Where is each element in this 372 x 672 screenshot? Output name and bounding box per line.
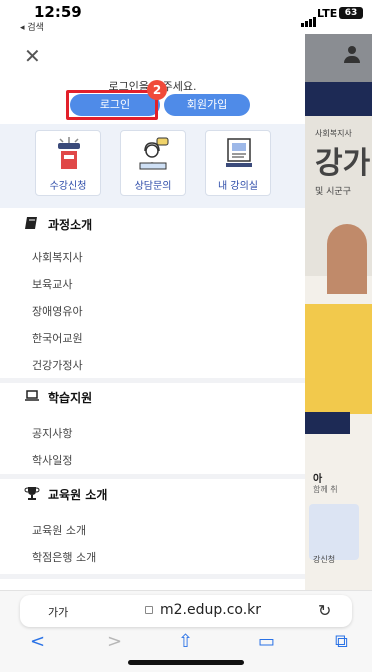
book-icon — [25, 217, 37, 229]
forward-arrow-icon[interactable]: > — [107, 631, 122, 652]
tabs-icon[interactable]: ⧉ — [335, 631, 348, 652]
menu-item-disabled-infants[interactable]: 장애영유아 — [32, 303, 83, 319]
section-divider — [0, 474, 305, 479]
banner-subtext: 및 시군구 — [315, 187, 351, 197]
reload-icon[interactable]: ↻ — [318, 601, 331, 620]
promo-title: 아 — [313, 474, 323, 485]
quick-link-label: 내 강의실 — [218, 181, 258, 192]
lock-icon — [145, 606, 153, 614]
menu-item-social-worker[interactable]: 사회복지사 — [32, 249, 83, 265]
address-bar[interactable]: 가가 m2.edup.co.kr ↻ — [20, 595, 352, 627]
side-drawer: ✕ 로그인을 해주세요. 로그인 2 회원가입 수강신청 상담문의 내 강의실 … — [0, 34, 305, 590]
login-highlight-box — [66, 90, 158, 120]
tile-label: 강신청 — [313, 555, 336, 564]
status-bar: 12:59 ◂ 검색 LTE 63 — [0, 0, 372, 34]
classroom-icon — [226, 138, 252, 167]
section-title: 과정소개 — [48, 218, 93, 232]
quick-link-course-register[interactable]: 수강신청 — [35, 130, 101, 196]
back-to-search-link[interactable]: ◂ 검색 — [20, 20, 44, 33]
menu-item-family-counselor[interactable]: 건강가정사 — [32, 357, 83, 373]
trophy-icon — [24, 487, 40, 500]
join-button[interactable]: 회원가입 — [164, 94, 250, 116]
quick-link-label: 상담문의 — [134, 181, 172, 192]
background-button[interactable] — [305, 412, 350, 434]
user-icon[interactable] — [343, 46, 361, 64]
section-divider — [0, 378, 305, 383]
consult-icon — [139, 137, 169, 170]
quick-link-classroom[interactable]: 내 강의실 — [205, 130, 271, 196]
network-label: LTE — [317, 7, 338, 20]
section-divider — [0, 574, 305, 579]
back-arrow-icon[interactable]: < — [30, 631, 45, 652]
quick-link-consult[interactable]: 상담문의 — [120, 130, 186, 196]
banner-illustration — [327, 224, 367, 294]
background-nav-bar — [305, 82, 372, 116]
promo-subtitle: 함께 취 — [313, 485, 338, 494]
share-icon[interactable]: ⇧ — [178, 631, 193, 652]
menu-item-credit-bank-intro[interactable]: 학점은행 소개 — [32, 549, 96, 565]
menu-section-course-intro[interactable]: 과정소개 — [0, 212, 305, 236]
quick-link-label: 수강신청 — [49, 181, 87, 192]
text-size-button[interactable]: 가가 — [48, 604, 68, 620]
banner-headline: 강가 — [315, 146, 371, 181]
menu-section-institute-intro[interactable]: 교육원 소개 — [0, 482, 305, 506]
section-title: 교육원 소개 — [48, 488, 108, 502]
home-indicator — [128, 660, 244, 665]
signal-icon — [301, 8, 317, 27]
step-badge: 2 — [147, 80, 167, 100]
battery-icon: 63 — [339, 7, 363, 19]
menu-section-learning-support[interactable]: 학습지원 — [0, 385, 305, 409]
url-text[interactable]: m2.edup.co.kr — [160, 602, 261, 618]
laptop-icon — [25, 390, 39, 401]
auth-buttons: 로그인 2 회원가입 — [66, 80, 250, 120]
menu-item-academic-calendar[interactable]: 학사일정 — [32, 452, 72, 468]
menu-item-institute-intro[interactable]: 교육원 소개 — [32, 522, 86, 538]
menu-item-notices[interactable]: 공지사항 — [32, 425, 72, 441]
close-icon[interactable]: ✕ — [24, 46, 41, 66]
section-title: 학습지원 — [48, 391, 93, 405]
background-yellow-panel — [305, 304, 372, 414]
menu-item-korean-teacher[interactable]: 한국어교원 — [32, 330, 83, 346]
bookmarks-icon[interactable]: ▭ — [258, 631, 275, 652]
course-register-icon — [58, 137, 80, 169]
background-header — [305, 34, 372, 82]
background-tile[interactable] — [309, 504, 359, 560]
background-page: 사회복지사 강가 및 시군구 아 함께 취 강신청 — [305, 34, 372, 590]
menu-item-childcare-teacher[interactable]: 보육교사 — [32, 276, 72, 292]
status-time: 12:59 — [34, 3, 82, 21]
